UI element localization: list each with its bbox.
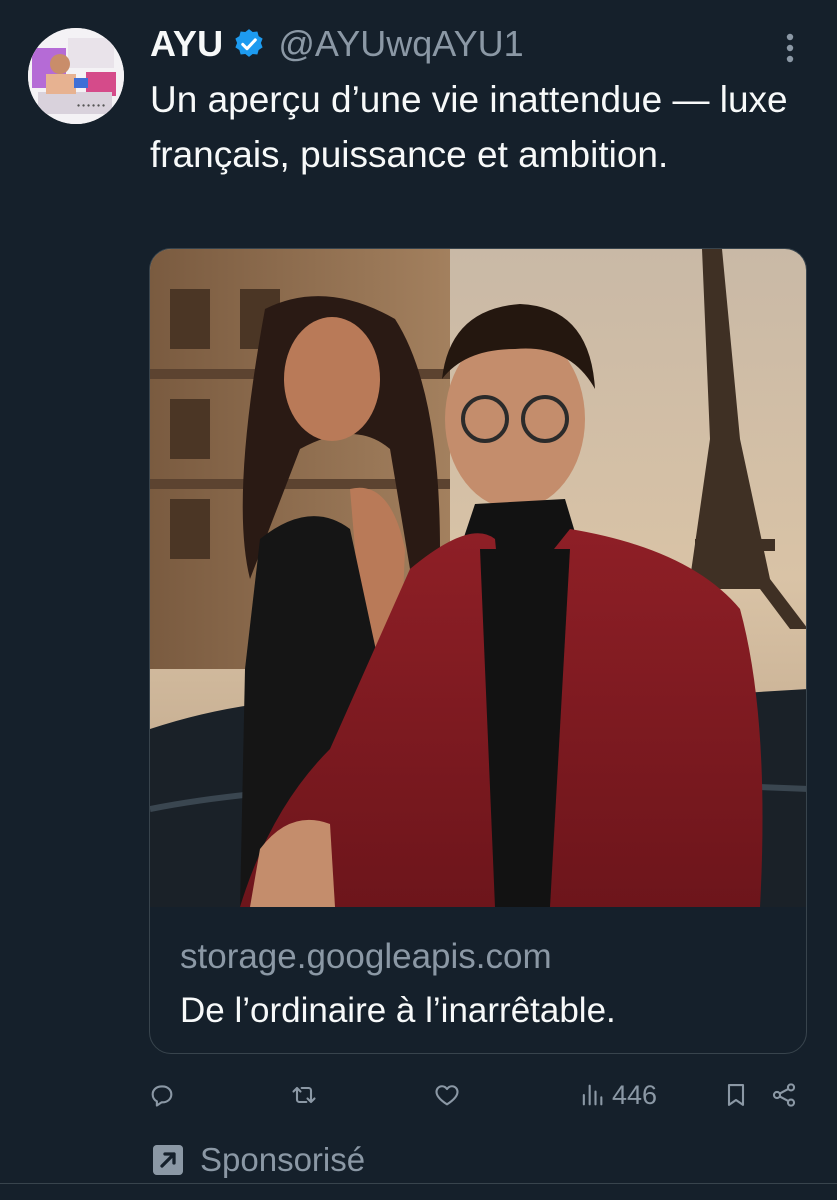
avatar-image: ∙∙∙∙∙∙ [28,28,124,124]
divider [0,1183,837,1184]
svg-text:∙∙∙∙∙∙: ∙∙∙∙∙∙ [76,101,106,110]
card-domain: storage.googleapis.com [180,937,552,976]
retweet-button[interactable] [290,1070,318,1120]
link-card[interactable]: storage.googleapis.com De l’ordinaire à … [149,248,807,1054]
like-button[interactable] [433,1070,461,1120]
action-bar: 446 [0,1070,837,1120]
tweet-text: Un aperçu d’une vie inattendue — luxe fr… [150,79,788,175]
display-name[interactable]: AYU [150,23,223,65]
views-chart-icon [582,1084,603,1106]
heart-icon [435,1085,459,1106]
tweet[interactable]: ∙∙∙∙∙∙ AYU @AYUwqAYU1 Un aperçu d’une vi… [0,0,837,1200]
share-button[interactable] [770,1070,798,1120]
bookmark-icon [727,1084,745,1106]
promoted-arrow-icon [153,1145,183,1175]
user-handle[interactable]: @AYUwqAYU1 [278,23,523,65]
reply-icon [151,1085,173,1107]
card-title: De l’ordinaire à l’inarrêtable. [180,991,616,1030]
card-image[interactable] [150,249,806,907]
bookmark-button[interactable] [722,1070,750,1120]
more-vertical-icon[interactable] [770,28,810,68]
share-icon [772,1083,796,1107]
tweet-header: AYU @AYUwqAYU1 [150,22,524,66]
views-button[interactable]: 446 [578,1070,657,1120]
views-count: 446 [612,1079,658,1110]
verified-badge-icon [235,29,263,57]
card-photo [150,249,806,907]
reply-button[interactable] [148,1070,176,1120]
promoted-label: Sponsorisé [200,1141,366,1178]
avatar[interactable]: ∙∙∙∙∙∙ [28,28,124,124]
promoted-indicator: Sponsorisé [150,1138,365,1182]
retweet-icon [292,1086,316,1104]
